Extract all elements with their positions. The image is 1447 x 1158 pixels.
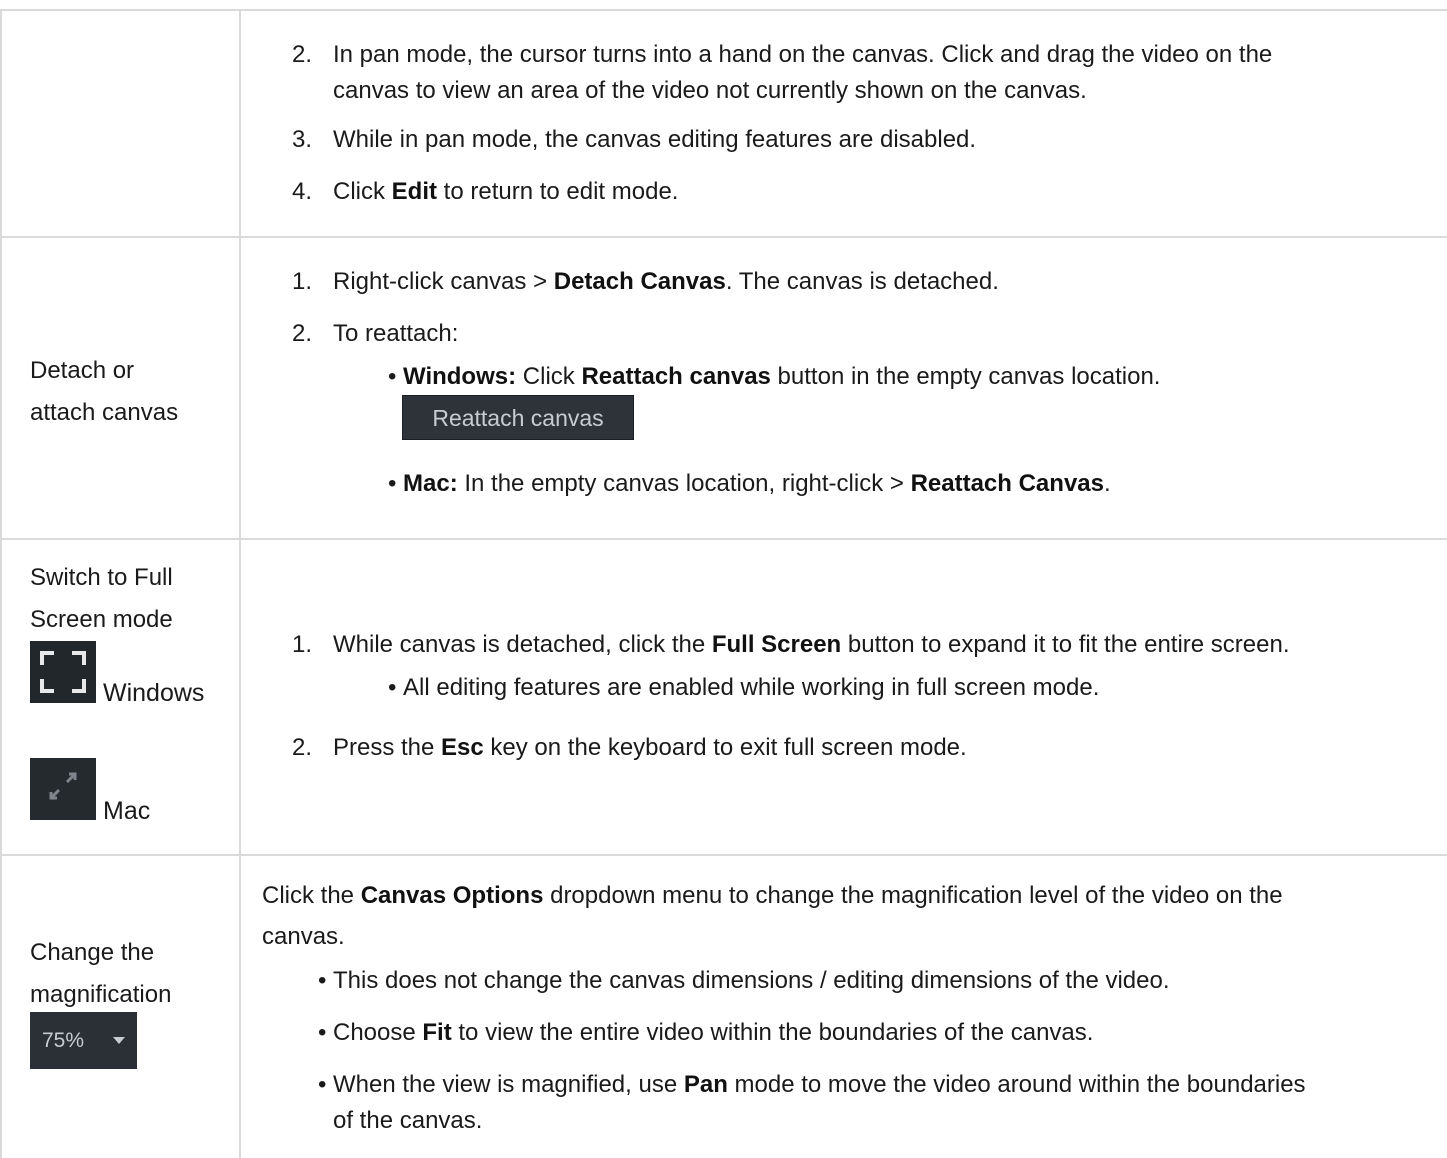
- row-label-line: magnification: [30, 981, 172, 1008]
- list-item-text: This does not change the canvas dimensio…: [333, 967, 1170, 994]
- text: to return to edit mode.: [437, 178, 679, 205]
- list-number: 1.: [291, 268, 312, 295]
- paragraph: canvas.: [262, 923, 345, 950]
- table-border-left: [0, 10, 2, 1158]
- list-item-text: To reattach:: [333, 320, 459, 347]
- list-item-text: While in pan mode, the canvas editing fe…: [333, 126, 977, 153]
- list-item-text: Click Edit to return to edit mode.: [333, 175, 678, 209]
- bold-term: Reattach Canvas: [910, 470, 1104, 497]
- row-divider: [0, 236, 1447, 238]
- list-item-text: When the view is magnified, use Pan mode…: [333, 1068, 1306, 1102]
- bold-term: Edit: [391, 178, 437, 205]
- row-label-line: Detach or: [30, 357, 135, 384]
- row-label: Change the magnification: [30, 932, 171, 1016]
- text: In the empty canvas location, right-clic…: [457, 470, 911, 497]
- text: . The canvas is detached.: [725, 268, 999, 295]
- text: button to expand it to fit the entire sc…: [841, 631, 1290, 658]
- list-item-text: Mac: In the empty canvas location, right…: [403, 467, 1111, 501]
- text: .: [1103, 470, 1111, 497]
- row-label-line: Change the: [30, 939, 155, 966]
- text: to view the entire video within the boun…: [451, 1019, 1094, 1046]
- row-divider: [0, 854, 1447, 856]
- expand-arrows-icon[interactable]: [30, 758, 96, 820]
- table-border-top: [0, 9, 1447, 11]
- text: Click the: [262, 882, 361, 909]
- text: Right-click canvas >: [333, 268, 554, 295]
- bold-term: Windows:: [403, 363, 517, 390]
- list-item-text: Right-click canvas > Detach Canvas. The …: [333, 265, 999, 299]
- windows-caption: Windows: [103, 679, 205, 707]
- column-divider: [239, 10, 241, 1158]
- bold-term: Pan: [683, 1071, 728, 1098]
- bold-term: Mac:: [403, 470, 458, 497]
- text: Click: [333, 178, 392, 205]
- bold-term: Detach Canvas: [553, 268, 726, 295]
- zoom-value: 75%: [42, 1029, 85, 1052]
- row-label: Switch to Full Screen mode: [30, 557, 173, 641]
- chevron-down-icon: [113, 1037, 125, 1044]
- list-number: 4.: [291, 178, 312, 205]
- list-number: 2.: [291, 41, 312, 68]
- text: dropdown menu to change the magnificatio…: [543, 882, 1283, 909]
- paragraph: Click the Canvas Options dropdown menu t…: [262, 876, 1283, 916]
- list-item-text: All editing features are enabled while w…: [403, 674, 1100, 701]
- list-item-text: Choose Fit to view the entire video with…: [333, 1016, 1093, 1050]
- list-number: 2.: [291, 734, 312, 761]
- bold-term: Esc: [441, 734, 484, 761]
- text: mode to move the video around within the…: [727, 1071, 1306, 1098]
- bold-term: Canvas Options: [360, 882, 544, 909]
- row-label-line: attach canvas: [30, 399, 179, 426]
- list-item-text: In pan mode, the cursor turns into a han…: [333, 41, 1273, 68]
- text: key on the keyboard to exit full screen …: [483, 734, 967, 761]
- fullscreen-brackets-icon[interactable]: [30, 641, 96, 703]
- bold-term: Reattach canvas: [581, 363, 771, 390]
- row-label-line: Switch to Full: [30, 564, 173, 591]
- bold-term: Fit: [422, 1019, 452, 1046]
- text: While canvas is detached, click the: [333, 631, 712, 658]
- list-number: 3.: [291, 126, 312, 153]
- list-item-text: While canvas is detached, click the Full…: [333, 628, 1290, 662]
- list-item-text: canvas to view an area of the video not …: [333, 77, 1087, 104]
- bullet: •: [388, 470, 397, 497]
- row-label-line: Screen mode: [30, 606, 173, 633]
- text: button in the empty canvas location.: [770, 363, 1161, 390]
- zoom-level-dropdown[interactable]: 75%: [30, 1012, 137, 1069]
- bullet: •: [318, 967, 327, 994]
- list-number: 1.: [291, 631, 312, 658]
- row-label: Detach or attach canvas: [30, 350, 178, 434]
- bullet: •: [318, 1071, 327, 1098]
- list-item-text: Press the Esc key on the keyboard to exi…: [333, 731, 967, 765]
- text: When the view is magnified, use: [333, 1071, 684, 1098]
- row-divider: [0, 538, 1447, 540]
- mac-caption: Mac: [103, 797, 151, 825]
- list-item-text: Windows: Click Reattach canvas button in…: [403, 360, 1160, 394]
- list-item-text: of the canvas.: [333, 1107, 483, 1134]
- reattach-canvas-button[interactable]: Reattach canvas: [402, 395, 634, 440]
- bullet: •: [388, 363, 397, 390]
- text: Choose: [333, 1019, 423, 1046]
- bullet: •: [318, 1019, 327, 1046]
- text: Click: [516, 363, 582, 390]
- list-number: 2.: [291, 320, 312, 347]
- bullet: •: [388, 674, 397, 701]
- text: Press the: [333, 734, 442, 761]
- bold-term: Full Screen: [711, 631, 842, 658]
